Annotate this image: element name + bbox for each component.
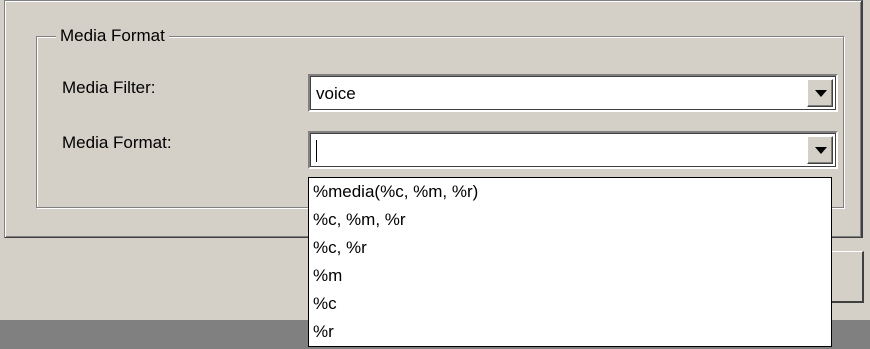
media-filter-combobox[interactable]: voice [308,74,838,112]
dropdown-option[interactable]: %r [309,318,831,346]
media-format-dropdown-button[interactable] [807,136,833,164]
media-format-label: Media Format: [62,133,172,152]
media-format-dropdown-list[interactable]: %media(%c, %m, %r) %c, %m, %r %c, %r %m … [308,177,832,347]
text-caret [316,140,317,162]
dropdown-option[interactable]: %c [309,290,831,318]
dropdown-option[interactable]: %c, %m, %r [309,206,831,234]
media-filter-dropdown-button[interactable] [807,79,833,107]
side-button[interactable] [830,251,864,303]
dropdown-option[interactable]: %c, %r [309,234,831,262]
media-filter-label: Media Filter: [62,78,156,97]
group-title: Media Format [56,24,169,48]
media-format-combobox[interactable] [308,131,838,169]
media-filter-value: voice [316,84,356,103]
dropdown-option[interactable]: %media(%c, %m, %r) [309,178,831,206]
dropdown-option[interactable]: %m [309,262,831,290]
